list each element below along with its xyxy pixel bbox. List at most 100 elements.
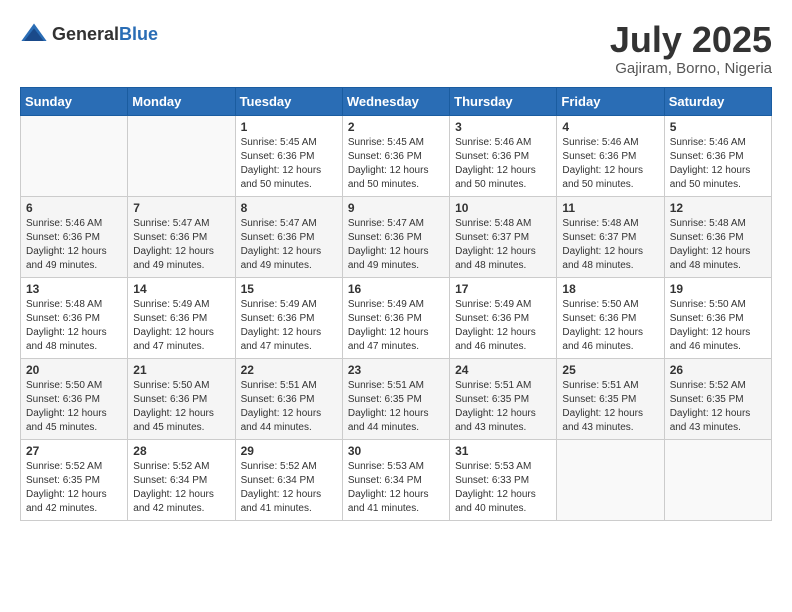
day-info: Sunrise: 5:52 AMSunset: 6:35 PMDaylight:… bbox=[26, 460, 122, 516]
day-number: 18 bbox=[562, 282, 658, 296]
day-info: Sunrise: 5:53 AMSunset: 6:34 PMDaylight:… bbox=[348, 460, 444, 516]
title-block: July 2025 Gajiram, Borno, Nigeria bbox=[610, 20, 772, 77]
calendar-week-row: 20 Sunrise: 5:50 AMSunset: 6:36 PMDayligh… bbox=[21, 358, 772, 439]
day-number: 17 bbox=[455, 282, 551, 296]
calendar-cell: 3 Sunrise: 5:46 AMSunset: 6:36 PMDaylight… bbox=[450, 115, 557, 196]
day-number: 13 bbox=[26, 282, 122, 296]
calendar-cell: 16 Sunrise: 5:49 AMSunset: 6:36 PMDayligh… bbox=[342, 277, 449, 358]
calendar-cell: 6 Sunrise: 5:46 AMSunset: 6:36 PMDaylight… bbox=[21, 196, 128, 277]
weekday-header-thursday: Thursday bbox=[450, 87, 557, 115]
logo-text-blue: Blue bbox=[119, 24, 158, 44]
day-info: Sunrise: 5:47 AMSunset: 6:36 PMDaylight:… bbox=[133, 217, 229, 273]
day-info: Sunrise: 5:48 AMSunset: 6:36 PMDaylight:… bbox=[26, 298, 122, 354]
day-info: Sunrise: 5:51 AMSunset: 6:35 PMDaylight:… bbox=[348, 379, 444, 435]
day-number: 7 bbox=[133, 201, 229, 215]
calendar-cell: 5 Sunrise: 5:46 AMSunset: 6:36 PMDaylight… bbox=[664, 115, 771, 196]
day-info: Sunrise: 5:49 AMSunset: 6:36 PMDaylight:… bbox=[241, 298, 337, 354]
logo-icon bbox=[20, 20, 48, 48]
weekday-header-tuesday: Tuesday bbox=[235, 87, 342, 115]
day-info: Sunrise: 5:49 AMSunset: 6:36 PMDaylight:… bbox=[455, 298, 551, 354]
calendar-week-row: 27 Sunrise: 5:52 AMSunset: 6:35 PMDayligh… bbox=[21, 439, 772, 520]
day-number: 26 bbox=[670, 363, 766, 377]
calendar-cell: 19 Sunrise: 5:50 AMSunset: 6:36 PMDayligh… bbox=[664, 277, 771, 358]
day-info: Sunrise: 5:48 AMSunset: 6:37 PMDaylight:… bbox=[455, 217, 551, 273]
weekday-header-wednesday: Wednesday bbox=[342, 87, 449, 115]
day-number: 19 bbox=[670, 282, 766, 296]
day-info: Sunrise: 5:46 AMSunset: 6:36 PMDaylight:… bbox=[26, 217, 122, 273]
calendar-cell: 21Sunrise: 5:50 AMSunset: 6:36 PMDayligh… bbox=[128, 358, 235, 439]
calendar-week-row: 6 Sunrise: 5:46 AMSunset: 6:36 PMDaylight… bbox=[21, 196, 772, 277]
day-number: 5 bbox=[670, 120, 766, 134]
day-info: Sunrise: 5:47 AMSunset: 6:36 PMDaylight:… bbox=[241, 217, 337, 273]
day-number: 28 bbox=[133, 444, 229, 458]
calendar-cell: 1Sunrise: 5:45 AMSunset: 6:36 PMDaylight… bbox=[235, 115, 342, 196]
weekday-header-friday: Friday bbox=[557, 87, 664, 115]
weekday-header-sunday: Sunday bbox=[21, 87, 128, 115]
calendar-cell: 27 Sunrise: 5:52 AMSunset: 6:35 PMDayligh… bbox=[21, 439, 128, 520]
calendar-cell: 18Sunrise: 5:50 AMSunset: 6:36 PMDayligh… bbox=[557, 277, 664, 358]
day-info: Sunrise: 5:46 AMSunset: 6:36 PMDaylight:… bbox=[562, 136, 658, 192]
day-number: 30 bbox=[348, 444, 444, 458]
day-number: 2 bbox=[348, 120, 444, 134]
weekday-header-saturday: Saturday bbox=[664, 87, 771, 115]
day-info: Sunrise: 5:49 AMSunset: 6:36 PMDaylight:… bbox=[348, 298, 444, 354]
day-info: Sunrise: 5:50 AMSunset: 6:36 PMDaylight:… bbox=[670, 298, 766, 354]
day-number: 3 bbox=[455, 120, 551, 134]
calendar-cell: 24 Sunrise: 5:51 AMSunset: 6:35 PMDayligh… bbox=[450, 358, 557, 439]
day-info: Sunrise: 5:52 AMSunset: 6:34 PMDaylight:… bbox=[133, 460, 229, 516]
calendar-cell: 17 Sunrise: 5:49 AMSunset: 6:36 PMDayligh… bbox=[450, 277, 557, 358]
calendar-cell: 22Sunrise: 5:51 AMSunset: 6:36 PMDayligh… bbox=[235, 358, 342, 439]
day-number: 25 bbox=[562, 363, 658, 377]
calendar-cell: 13 Sunrise: 5:48 AMSunset: 6:36 PMDayligh… bbox=[21, 277, 128, 358]
day-info: Sunrise: 5:46 AMSunset: 6:36 PMDaylight:… bbox=[670, 136, 766, 192]
day-info: Sunrise: 5:47 AMSunset: 6:36 PMDaylight:… bbox=[348, 217, 444, 273]
calendar-cell: 4Sunrise: 5:46 AMSunset: 6:36 PMDaylight… bbox=[557, 115, 664, 196]
day-number: 20 bbox=[26, 363, 122, 377]
calendar-cell: 26 Sunrise: 5:52 AMSunset: 6:35 PMDayligh… bbox=[664, 358, 771, 439]
day-info: Sunrise: 5:51 AMSunset: 6:35 PMDaylight:… bbox=[562, 379, 658, 435]
day-info: Sunrise: 5:50 AMSunset: 6:36 PMDaylight:… bbox=[133, 379, 229, 435]
day-number: 10 bbox=[455, 201, 551, 215]
weekday-header-row: SundayMondayTuesdayWednesdayThursdayFrid… bbox=[21, 87, 772, 115]
month-title: July 2025 bbox=[610, 20, 772, 60]
day-info: Sunrise: 5:49 AMSunset: 6:36 PMDaylight:… bbox=[133, 298, 229, 354]
day-number: 27 bbox=[26, 444, 122, 458]
day-number: 6 bbox=[26, 201, 122, 215]
calendar-cell: 25 Sunrise: 5:51 AMSunset: 6:35 PMDayligh… bbox=[557, 358, 664, 439]
location-title: Gajiram, Borno, Nigeria bbox=[610, 60, 772, 77]
calendar-cell: 8Sunrise: 5:47 AMSunset: 6:36 PMDaylight… bbox=[235, 196, 342, 277]
day-info: Sunrise: 5:45 AMSunset: 6:36 PMDaylight:… bbox=[348, 136, 444, 192]
calendar-cell: 30 Sunrise: 5:53 AMSunset: 6:34 PMDayligh… bbox=[342, 439, 449, 520]
day-number: 24 bbox=[455, 363, 551, 377]
page-header: GeneralBlue July 2025 Gajiram, Borno, Ni… bbox=[20, 20, 772, 77]
day-number: 16 bbox=[348, 282, 444, 296]
day-number: 29 bbox=[241, 444, 337, 458]
day-info: Sunrise: 5:48 AMSunset: 6:37 PMDaylight:… bbox=[562, 217, 658, 273]
day-number: 22 bbox=[241, 363, 337, 377]
calendar-cell: 11Sunrise: 5:48 AMSunset: 6:37 PMDayligh… bbox=[557, 196, 664, 277]
day-info: Sunrise: 5:45 AMSunset: 6:36 PMDaylight:… bbox=[241, 136, 337, 192]
calendar-cell: 28 Sunrise: 5:52 AMSunset: 6:34 PMDayligh… bbox=[128, 439, 235, 520]
calendar-cell: 10 Sunrise: 5:48 AMSunset: 6:37 PMDayligh… bbox=[450, 196, 557, 277]
logo-text-general: General bbox=[52, 24, 119, 44]
day-info: Sunrise: 5:53 AMSunset: 6:33 PMDaylight:… bbox=[455, 460, 551, 516]
calendar-cell: 2 Sunrise: 5:45 AMSunset: 6:36 PMDaylight… bbox=[342, 115, 449, 196]
calendar-cell: 31Sunrise: 5:53 AMSunset: 6:33 PMDayligh… bbox=[450, 439, 557, 520]
day-info: Sunrise: 5:52 AMSunset: 6:35 PMDaylight:… bbox=[670, 379, 766, 435]
calendar-table: SundayMondayTuesdayWednesdayThursdayFrid… bbox=[20, 87, 772, 521]
day-info: Sunrise: 5:48 AMSunset: 6:36 PMDaylight:… bbox=[670, 217, 766, 273]
calendar-cell: 23Sunrise: 5:51 AMSunset: 6:35 PMDayligh… bbox=[342, 358, 449, 439]
calendar-cell: 29 Sunrise: 5:52 AMSunset: 6:34 PMDayligh… bbox=[235, 439, 342, 520]
calendar-week-row: 1Sunrise: 5:45 AMSunset: 6:36 PMDaylight… bbox=[21, 115, 772, 196]
calendar-cell: 20 Sunrise: 5:50 AMSunset: 6:36 PMDayligh… bbox=[21, 358, 128, 439]
day-number: 9 bbox=[348, 201, 444, 215]
calendar-cell bbox=[557, 439, 664, 520]
calendar-cell bbox=[664, 439, 771, 520]
day-info: Sunrise: 5:51 AMSunset: 6:35 PMDaylight:… bbox=[455, 379, 551, 435]
day-info: Sunrise: 5:52 AMSunset: 6:34 PMDaylight:… bbox=[241, 460, 337, 516]
day-number: 15 bbox=[241, 282, 337, 296]
calendar-cell: 15 Sunrise: 5:49 AMSunset: 6:36 PMDayligh… bbox=[235, 277, 342, 358]
calendar-cell: 12Sunrise: 5:48 AMSunset: 6:36 PMDayligh… bbox=[664, 196, 771, 277]
day-info: Sunrise: 5:50 AMSunset: 6:36 PMDaylight:… bbox=[26, 379, 122, 435]
day-info: Sunrise: 5:46 AMSunset: 6:36 PMDaylight:… bbox=[455, 136, 551, 192]
